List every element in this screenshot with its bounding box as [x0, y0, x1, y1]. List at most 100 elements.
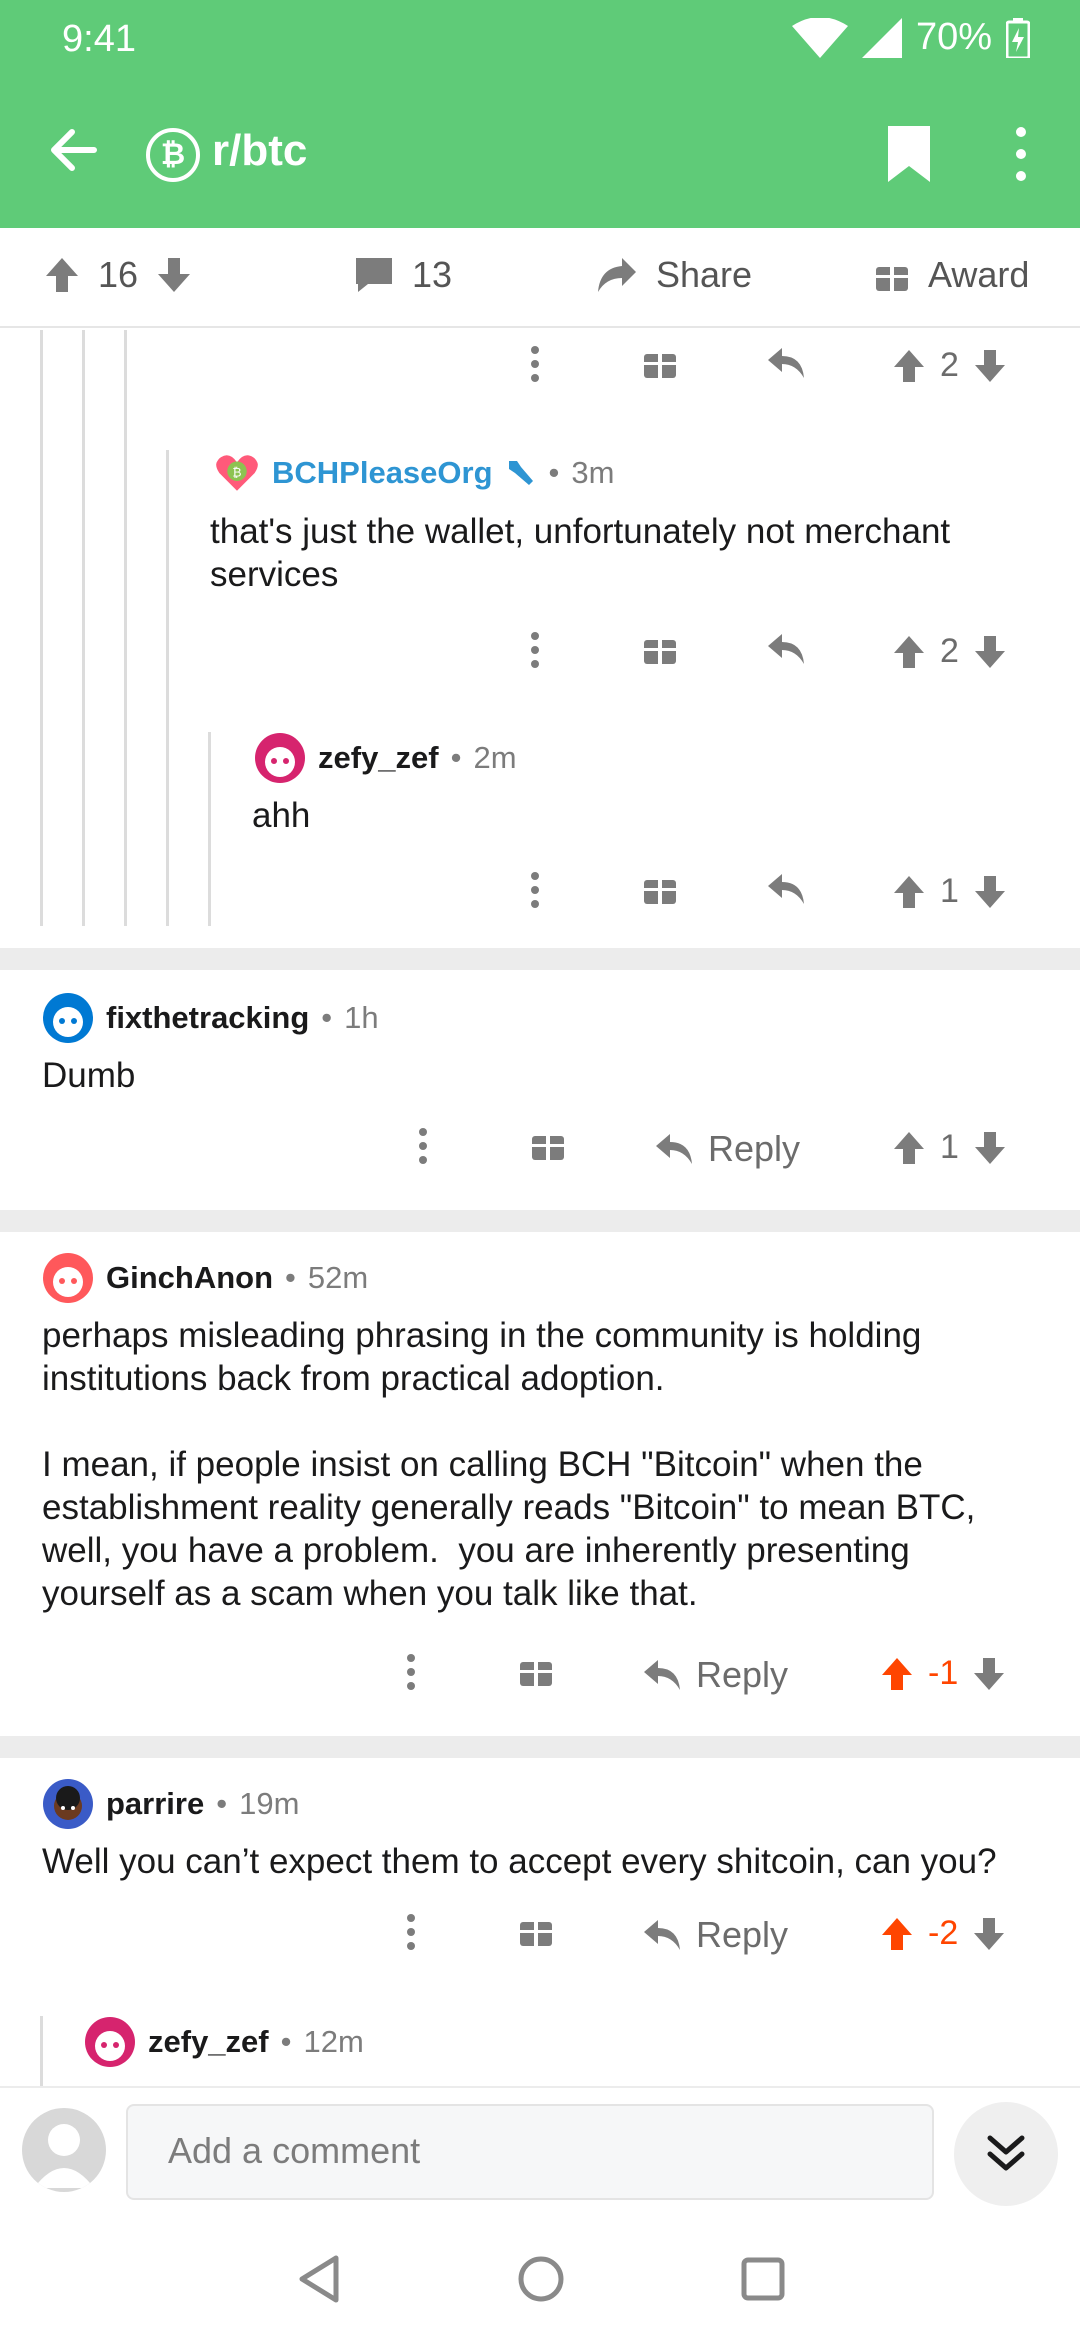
reply-icon — [644, 1660, 680, 1690]
double-chevron-down-icon — [987, 2135, 1025, 2171]
gift-icon[interactable] — [516, 1654, 556, 1688]
comments-button[interactable]: 13 — [354, 254, 452, 296]
user-avatar[interactable]: ₿ — [214, 450, 260, 496]
vote-group: 1 — [892, 872, 1007, 911]
comment-username[interactable]: zefy_zef — [148, 2024, 269, 2060]
upvote-icon[interactable] — [880, 1656, 914, 1692]
status-indicators: 70% — [791, 16, 1030, 59]
downvote-icon[interactable] — [973, 1130, 1007, 1166]
more-options-icon[interactable] — [408, 1128, 438, 1164]
more-options-icon[interactable] — [520, 872, 550, 908]
more-options-icon[interactable] — [396, 1914, 426, 1950]
share-button[interactable]: Share — [596, 254, 752, 296]
user-avatar[interactable] — [254, 732, 306, 784]
upvote-icon[interactable] — [892, 348, 926, 384]
comment-time: 2m — [473, 740, 517, 775]
vote-count: 2 — [940, 632, 959, 670]
comment-username[interactable]: GinchAnon — [106, 1260, 273, 1296]
user-avatar[interactable] — [84, 2016, 136, 2068]
user-avatar[interactable] — [42, 1778, 94, 1830]
comment-header: fixthetracking • 1h — [42, 992, 379, 1044]
reply-icon — [656, 1134, 692, 1164]
award-label: Award — [928, 254, 1030, 295]
status-bar: 9:41 70% — [0, 0, 1080, 80]
comment-username[interactable]: parrire — [106, 1786, 204, 1822]
comment-body: ahh — [252, 796, 311, 835]
next-comment-button[interactable] — [954, 2102, 1058, 2206]
home-circle-icon[interactable] — [514, 2252, 568, 2306]
gift-icon[interactable] — [528, 1128, 568, 1162]
comment-time: 52m — [307, 1260, 369, 1295]
battery-percent: 70% — [915, 16, 992, 58]
svg-text:₿: ₿ — [232, 466, 241, 480]
vote-group: 2 — [892, 346, 1007, 385]
vote-count: -1 — [928, 1654, 959, 1692]
user-avatar[interactable] — [42, 992, 94, 1044]
add-comment-input[interactable]: Add a comment — [126, 2104, 934, 2200]
downvote-icon[interactable] — [156, 256, 192, 294]
post-actions-bar: 16 13 Share Award — [0, 228, 1080, 328]
comment-body: perhaps misleading phrasing in the commu… — [42, 1316, 976, 1613]
vote-group: 2 — [892, 632, 1007, 671]
downvote-icon[interactable] — [972, 1656, 1006, 1692]
upvote-icon[interactable] — [892, 634, 926, 670]
downvote-icon[interactable] — [973, 634, 1007, 670]
vote-group: 1 — [892, 1128, 1007, 1167]
thread-line — [124, 330, 127, 926]
meta-separator: • — [450, 740, 462, 775]
share-label: Share — [656, 254, 753, 295]
gift-icon[interactable] — [516, 1914, 556, 1948]
gift-icon[interactable] — [640, 872, 680, 906]
reply-button[interactable]: Reply — [642, 1654, 788, 1696]
comment-actions: Reply -1 — [0, 1654, 1080, 1714]
comment-divider — [0, 948, 1080, 970]
upvote-icon[interactable] — [880, 1916, 914, 1952]
comment-username[interactable]: fixthetracking — [106, 1000, 309, 1036]
more-options-icon[interactable] — [396, 1654, 426, 1690]
comment-username[interactable]: zefy_zef — [318, 740, 439, 776]
upvote-icon[interactable] — [892, 874, 926, 910]
downvote-icon[interactable] — [972, 1916, 1006, 1952]
comment-actions: Reply 1 — [0, 1128, 1080, 1188]
upvote-icon[interactable] — [44, 256, 80, 294]
gift-icon — [876, 261, 908, 291]
meta-separator: • — [216, 1786, 228, 1821]
comment-header: parrire • 19m — [42, 1778, 299, 1830]
thread-line — [40, 2016, 43, 2086]
gift-icon[interactable] — [640, 346, 680, 380]
cell-signal-icon — [861, 17, 902, 58]
comment-actions: 2 — [0, 346, 1080, 406]
vote-group: -2 — [880, 1914, 1006, 1953]
more-options-icon[interactable] — [520, 632, 550, 668]
reply-icon — [644, 1920, 680, 1950]
bookmark-icon[interactable] — [886, 124, 932, 184]
comment-header: zefy_zef • 12m — [84, 2016, 364, 2068]
reply-button[interactable]: Reply — [642, 1914, 788, 1956]
comment-header: GinchAnon • 52m — [42, 1252, 368, 1304]
vote-count: 1 — [940, 872, 959, 910]
reply-icon[interactable] — [764, 632, 808, 666]
reply-icon[interactable] — [764, 346, 808, 380]
upvote-icon[interactable] — [892, 1130, 926, 1166]
subreddit-name[interactable]: r/btc — [212, 126, 307, 176]
downvote-icon[interactable] — [973, 348, 1007, 384]
reply-button[interactable]: Reply — [654, 1128, 800, 1170]
wifi-icon — [791, 17, 848, 58]
comment-header: zefy_zef • 2m — [254, 732, 517, 784]
comment-divider — [0, 1210, 1080, 1232]
more-options-icon[interactable] — [520, 346, 550, 382]
reply-icon[interactable] — [764, 872, 808, 906]
user-avatar[interactable] — [42, 1252, 94, 1304]
vote-count: 1 — [940, 1128, 959, 1166]
back-arrow-icon[interactable] — [44, 120, 104, 180]
back-triangle-icon[interactable] — [292, 2252, 346, 2306]
comment-username[interactable]: BCHPleaseOrg — [272, 455, 493, 491]
downvote-icon[interactable] — [973, 874, 1007, 910]
kebab-icon[interactable] — [1006, 124, 1036, 184]
gift-icon[interactable] — [640, 632, 680, 666]
award-button[interactable]: Award — [874, 254, 1029, 296]
comment-actions: 2 — [0, 632, 1080, 692]
share-icon — [598, 258, 636, 292]
user-avatar[interactable] — [22, 2108, 106, 2192]
recents-square-icon[interactable] — [736, 2252, 790, 2306]
